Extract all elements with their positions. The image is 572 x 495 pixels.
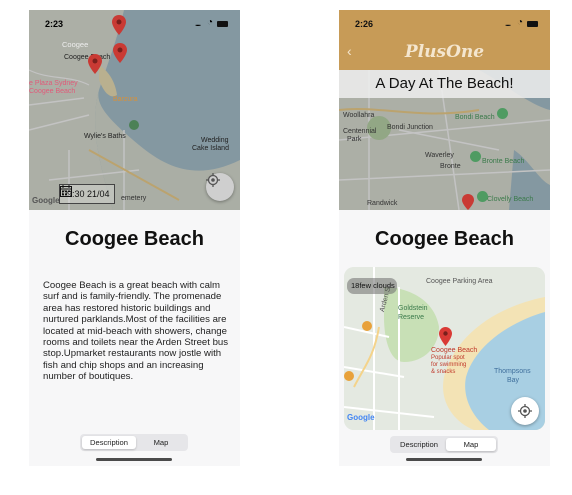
- signal-icon: ....: [505, 19, 511, 28]
- map-pin-icon[interactable]: [88, 54, 102, 74]
- map-label: Wylie's Baths: [84, 133, 126, 140]
- beach-description: Coogee Beach is a great beach with calm …: [43, 280, 229, 383]
- map-label: Barzura: [113, 96, 138, 103]
- battery-icon: [527, 21, 538, 27]
- crosshair-icon: [206, 173, 220, 187]
- google-logo: Google: [32, 196, 60, 205]
- tab-description[interactable]: Description: [392, 438, 446, 451]
- map-label: Woollahra: [343, 112, 375, 119]
- left-screen: Coogee Coogee Beach e Plaza Sydney Cooge…: [29, 10, 240, 466]
- page-title: Coogee Beach: [65, 228, 204, 250]
- my-location-button[interactable]: [206, 173, 234, 201]
- banner-title: A Day At The Beach!: [339, 70, 550, 98]
- map-label: Waverley: [425, 152, 454, 159]
- status-bar: 2:26 .... ◔: [339, 17, 550, 31]
- wifi-icon: ◔: [516, 17, 523, 28]
- crosshair-icon: [518, 404, 532, 418]
- map-label: Thompsons: [494, 368, 531, 375]
- wifi-icon: ◔: [206, 17, 213, 28]
- map-pin-icon[interactable]: [113, 43, 127, 63]
- right-screen: Woollahra Bondi Beach Bondi Junction Cen…: [339, 10, 550, 466]
- map-label: Bondi Beach: [455, 114, 495, 121]
- calendar-icon: [60, 185, 72, 197]
- app-header: 2:26 .... ◔ ‹ PlusOne: [339, 10, 550, 70]
- date-time-chip[interactable]: 09:30 21/04: [59, 184, 115, 204]
- map-label: Clovelly Beach: [487, 196, 534, 203]
- google-logo: Google: [347, 413, 375, 422]
- map-label: Goldstein: [398, 305, 428, 312]
- map-label: Coogee Parking Area: [426, 278, 493, 285]
- tab-map[interactable]: Map: [136, 436, 186, 449]
- map-label: Bronte Beach: [482, 158, 525, 165]
- restaurant-marker-icon: [362, 321, 372, 331]
- map-label: Bondi Junction: [387, 124, 433, 131]
- tab-description[interactable]: Description: [82, 436, 136, 449]
- map-label: Wedding: [201, 137, 229, 144]
- map-label: e Plaza Sydney: [29, 80, 78, 87]
- home-indicator: [406, 458, 482, 461]
- map-label: Reserve: [398, 314, 425, 321]
- map-view[interactable]: Coogee Coogee Beach e Plaza Sydney Cooge…: [29, 10, 240, 210]
- signal-icon: ....: [195, 19, 201, 28]
- status-bar: 2:23 .... ◔: [29, 17, 240, 31]
- detail-map[interactable]: 18few clouds Coogee Parking Area Goldste…: [344, 267, 545, 430]
- map-label: Coogee: [62, 40, 89, 49]
- restaurant-marker-icon: [344, 371, 354, 381]
- status-time: 2:26: [355, 19, 374, 29]
- map-label: Coogee Beach: [431, 347, 478, 354]
- page-title: Coogee Beach: [375, 228, 514, 250]
- status-time: 2:23: [45, 19, 64, 29]
- map-pin-icon[interactable]: [439, 327, 452, 346]
- map-pin-icon[interactable]: [462, 194, 474, 210]
- view-segmented-control[interactable]: Description Map: [390, 436, 498, 453]
- map-label: Bronte: [440, 163, 461, 170]
- tab-map[interactable]: Map: [446, 438, 496, 451]
- my-location-button[interactable]: [511, 397, 539, 425]
- map-label: Popular spot: [431, 355, 465, 361]
- map-label: Centennial: [343, 128, 377, 135]
- map-label: Bay: [507, 377, 520, 384]
- map-label: emetery: [121, 195, 147, 202]
- battery-icon: [217, 21, 228, 27]
- map-label: Park: [347, 136, 362, 143]
- map-label: Cake Island: [192, 145, 229, 152]
- app-brand: PlusOne: [404, 42, 485, 62]
- map-label: for swimming: [431, 362, 467, 368]
- park-marker-icon: [477, 191, 488, 202]
- view-segmented-control[interactable]: Description Map: [80, 434, 188, 451]
- map-label: & snacks: [431, 369, 456, 375]
- map-label: Randwick: [367, 200, 398, 207]
- park-marker-icon: [497, 108, 508, 119]
- home-indicator: [96, 458, 172, 461]
- map-label: Coogee Beach: [29, 88, 76, 95]
- park-marker-icon: [470, 151, 481, 162]
